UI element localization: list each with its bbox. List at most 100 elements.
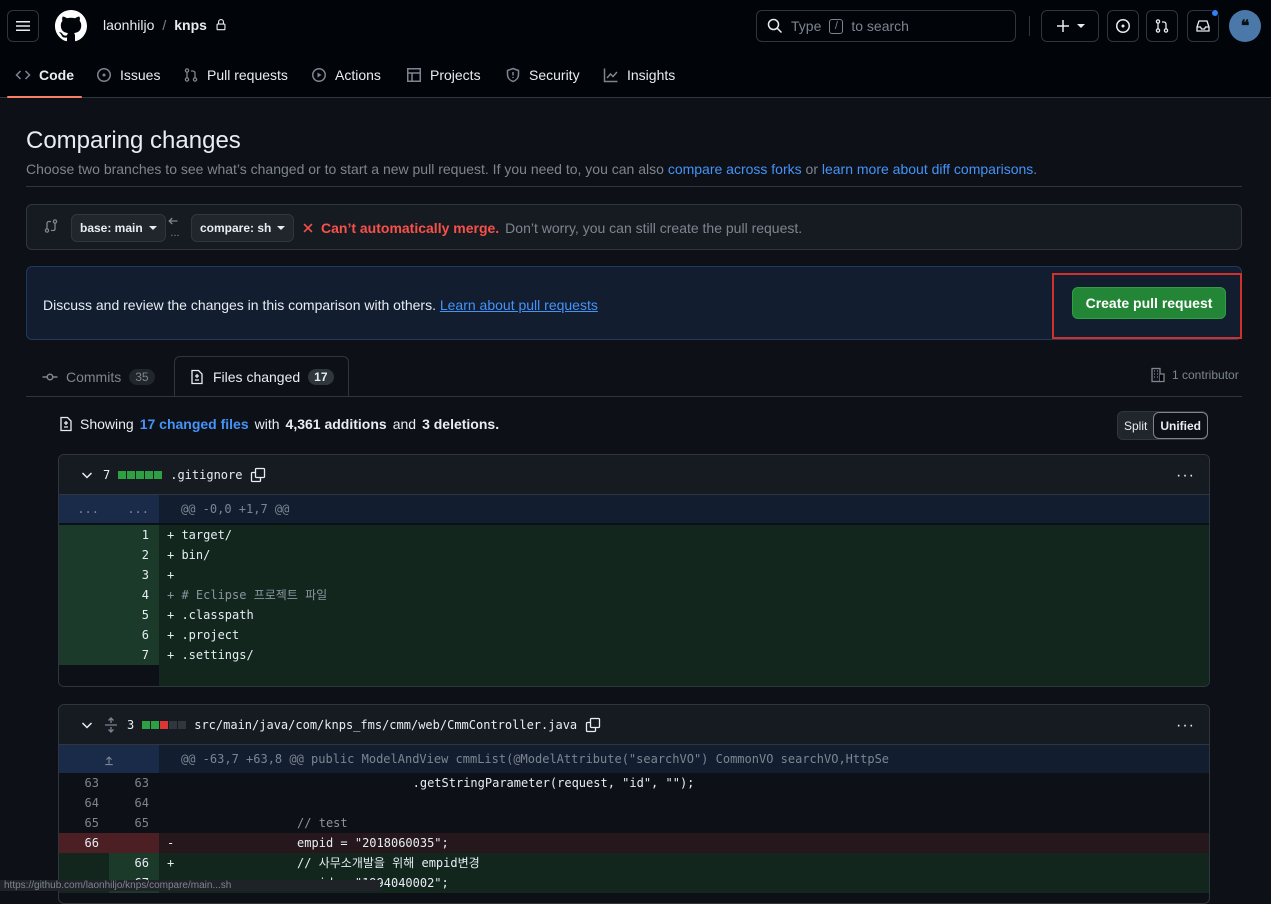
- tab-security[interactable]: Security: [505, 52, 580, 98]
- file-name[interactable]: .gitignore: [170, 468, 242, 482]
- diff-line: 5 + .classpath: [59, 605, 1209, 625]
- summary-showing: Showing: [80, 416, 134, 432]
- pull-request-icon: [1155, 19, 1169, 33]
- chevron-down-icon: [277, 226, 286, 230]
- line-number: 7: [109, 645, 159, 665]
- kebab-menu-icon[interactable]: ···: [1176, 467, 1195, 485]
- tab-projects-label: Projects: [430, 67, 481, 83]
- file-name[interactable]: src/main/java/com/knps_fms/cmm/web/CmmCo…: [194, 718, 577, 732]
- line-code: + # Eclipse 프로젝트 파일: [159, 585, 1209, 605]
- copy-icon[interactable]: [250, 467, 266, 483]
- line-code: + .classpath: [159, 605, 1209, 625]
- diffstat-blocks: [118, 470, 163, 479]
- tab-code-label: Code: [39, 67, 74, 83]
- kebab-menu-icon[interactable]: ···: [1176, 717, 1195, 735]
- summary-and: and: [392, 416, 417, 432]
- old-line-number: [59, 853, 109, 873]
- inbox-icon: [1196, 20, 1210, 32]
- new-line-number: 63: [134, 776, 149, 790]
- subtitle-text: Choose two branches to see what’s change…: [26, 161, 664, 177]
- owner-link[interactable]: laonhiljo: [103, 17, 154, 33]
- tab-issues-label: Issues: [120, 67, 161, 83]
- play-icon: [312, 68, 326, 82]
- tab-code[interactable]: Code: [7, 52, 82, 98]
- split-button[interactable]: Split: [1118, 412, 1153, 439]
- expand-up-button[interactable]: [59, 745, 159, 773]
- diff-line: 65 65 // test: [59, 813, 1209, 833]
- tab-actions-label: Actions: [335, 67, 381, 83]
- subtitle-period: .: [1033, 161, 1038, 177]
- expand-up-new[interactable]: ...: [109, 495, 159, 523]
- tab-files-changed[interactable]: Files changed 17: [174, 356, 349, 397]
- base-branch-select[interactable]: base: main: [71, 214, 166, 242]
- compare-branch-select[interactable]: compare: sh: [191, 214, 295, 242]
- hunk-header: ... ... @@ -0,0 +1,7 @@: [59, 495, 1209, 523]
- arrow-left-icon: [168, 217, 178, 225]
- search-input[interactable]: Type / to search: [756, 10, 1016, 42]
- compare-forks-link[interactable]: compare across forks: [668, 161, 802, 177]
- line-number: 2: [109, 545, 159, 565]
- line-number: 1: [109, 525, 159, 545]
- divider: [26, 186, 1242, 187]
- create-new-button[interactable]: [1041, 10, 1099, 42]
- chevron-down-icon: [1077, 24, 1085, 28]
- issues-button[interactable]: [1107, 10, 1139, 42]
- x-icon: [303, 223, 313, 233]
- file-diff-icon: [191, 369, 203, 384]
- base-branch-label: base: main: [80, 221, 143, 235]
- summary-additions: 4,361 additions: [285, 416, 387, 432]
- tab-pull-requests[interactable]: Pull requests: [183, 52, 288, 98]
- diffstat-blocks: [142, 720, 187, 729]
- graph-icon: [603, 68, 618, 83]
- code-icon: [15, 70, 31, 80]
- commits-counter: 35: [129, 368, 155, 385]
- line-code: + .project: [159, 625, 1209, 645]
- tab-issues[interactable]: Issues: [96, 52, 160, 98]
- menu-button[interactable]: [7, 10, 39, 42]
- tab-insights-label: Insights: [627, 67, 676, 83]
- unified-button[interactable]: Unified: [1153, 412, 1209, 439]
- file-change-count: 3: [127, 717, 135, 732]
- tab-projects[interactable]: Projects: [406, 52, 481, 98]
- new-line-number: 65: [134, 816, 149, 830]
- diff-line-end: [59, 665, 1209, 686]
- diff-line: 63 63 .getStringParameter(request, "id", …: [59, 773, 1209, 793]
- line-code: + // 사무소개발을 위해 empid변경: [159, 853, 1209, 873]
- repo-link[interactable]: knps: [174, 17, 207, 33]
- branch-range-selector: base: main ... compare: sh Can’t automat…: [26, 204, 1242, 250]
- page-title: Comparing changes: [26, 127, 241, 154]
- diff-summary: Showing 17 changed files with 4,361 addi…: [58, 416, 499, 432]
- tab-actions[interactable]: Actions: [311, 52, 381, 98]
- tab-insights[interactable]: Insights: [603, 52, 675, 98]
- learn-pr-link[interactable]: Learn about pull requests: [440, 297, 598, 313]
- copy-icon[interactable]: [585, 717, 601, 733]
- chevron-down-icon[interactable]: [79, 717, 95, 733]
- contributors-link[interactable]: 1 contributor: [1150, 367, 1239, 383]
- browser-status-bar: https://github.com/laonhiljo/knps/compar…: [0, 880, 380, 891]
- hunk-text: @@ -63,7 +63,8 @@ public ModelAndView cm…: [159, 745, 1209, 773]
- line-number: 5: [109, 605, 159, 625]
- old-line-number: 65: [84, 816, 99, 830]
- diff-line: 7 + .settings/: [59, 645, 1209, 665]
- search-icon: [767, 18, 783, 34]
- changed-files-link[interactable]: 17 changed files: [140, 416, 249, 432]
- tab-commits-label: Commits: [66, 368, 122, 385]
- file-diff-icon: [60, 416, 72, 432]
- chevron-down-icon[interactable]: [79, 467, 95, 483]
- avatar[interactable]: ❝: [1229, 10, 1261, 42]
- diff-line: 6 + .project: [59, 625, 1209, 645]
- create-pull-request-button[interactable]: Create pull request: [1072, 287, 1226, 319]
- contributors-label: 1 contributor: [1172, 368, 1239, 382]
- tab-pull-requests-label: Pull requests: [207, 67, 288, 83]
- unfold-icon[interactable]: [103, 716, 119, 733]
- hunk-header: @@ -63,7 +63,8 @@ public ModelAndView cm…: [59, 745, 1209, 773]
- expand-up-old[interactable]: ...: [59, 495, 109, 523]
- pull-requests-button[interactable]: [1146, 10, 1178, 42]
- new-line-number: [109, 833, 159, 853]
- tab-commits[interactable]: Commits 35: [42, 356, 155, 397]
- repo-nav: Code Issues Pull requests Actions Projec…: [0, 52, 1271, 98]
- learn-diff-link[interactable]: learn more about diff comparisons: [822, 161, 1033, 177]
- github-logo-icon[interactable]: [55, 10, 87, 42]
- hamburger-icon: [16, 21, 30, 31]
